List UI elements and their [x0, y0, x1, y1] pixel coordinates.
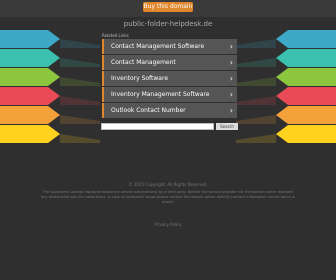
chevron-right-icon: ›	[229, 90, 233, 99]
domain-title: public-folder-helpdesk.de	[123, 20, 213, 28]
related-link-label: Inventory Software	[111, 75, 169, 82]
chevron-right-icon: ›	[229, 58, 233, 67]
related-links-list: Contact Management Software › Contact Mana…	[102, 39, 237, 119]
related-link-label: Contact Management	[111, 59, 176, 66]
right-ribbon-shadow	[236, 115, 276, 124]
related-link[interactable]: Inventory Management Software ›	[102, 87, 237, 102]
right-ribbon-shadow	[236, 77, 276, 86]
right-ribbon	[276, 49, 336, 67]
left-ribbon	[0, 30, 60, 48]
left-ribbon	[0, 125, 60, 143]
copyright-text: © 2025 Copyright. All Rights Reserved.	[128, 182, 208, 187]
right-ribbon-shadow	[236, 96, 276, 105]
right-ribbon	[276, 87, 336, 105]
left-ribbon-shadow	[60, 96, 100, 105]
related-link[interactable]: Outlook Contact Number ›	[102, 103, 237, 118]
related-link[interactable]: Contact Management ›	[102, 55, 237, 70]
privacy-policy-link[interactable]: Privacy Policy	[40, 222, 296, 227]
left-ribbon-shadow	[60, 58, 100, 67]
left-ribbon-shadow	[60, 39, 100, 48]
related-link-label: Contact Management Software	[111, 43, 205, 50]
left-ribbon	[0, 68, 60, 86]
right-ribbon	[276, 30, 336, 48]
right-ribbon	[276, 68, 336, 86]
related-link[interactable]: Inventory Software ›	[102, 71, 237, 86]
related-links-label: Related Links	[102, 33, 129, 38]
left-ribbon	[0, 87, 60, 105]
related-link[interactable]: Contact Management Software ›	[102, 39, 237, 54]
disclaimer-text: The Sponsored Listings displayed above a…	[41, 190, 295, 204]
related-link-label: Outlook Contact Number	[111, 107, 186, 114]
right-ribbon-shadow	[236, 58, 276, 67]
right-ribbon	[276, 106, 336, 124]
related-link-label: Inventory Management Software	[111, 91, 210, 98]
right-ribbon	[276, 125, 336, 143]
right-ribbon-shadow	[236, 39, 276, 48]
chevron-right-icon: ›	[229, 42, 233, 51]
left-ribbon	[0, 49, 60, 67]
search-bar: Search Ads	[101, 123, 238, 136]
left-ribbon-shadow	[60, 77, 100, 86]
search-button[interactable]: Search Ads	[216, 123, 238, 136]
left-ribbon	[0, 106, 60, 124]
chevron-right-icon: ›	[229, 106, 233, 115]
left-ribbon-shadow	[60, 115, 100, 124]
left-ribbon-shadow	[60, 134, 100, 143]
right-ribbon-shadow	[236, 134, 276, 143]
chevron-right-icon: ›	[229, 74, 233, 83]
search-input[interactable]	[101, 123, 214, 130]
